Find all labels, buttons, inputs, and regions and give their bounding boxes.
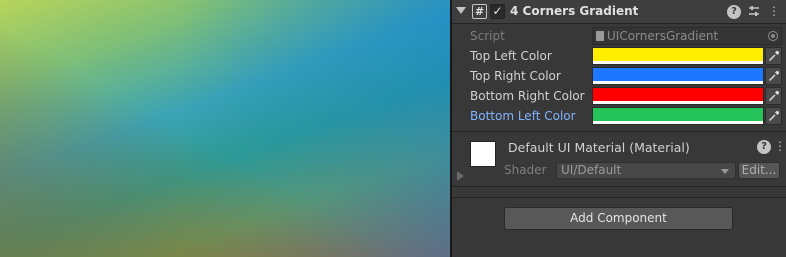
section-divider xyxy=(452,186,786,187)
color-field[interactable] xyxy=(592,87,764,105)
inspector-panel: # ✓ 4 Corners Gradient ? ⋮ Script UICorn… xyxy=(452,0,786,257)
material-title: Default UI Material (Material) xyxy=(508,140,690,155)
color-row-top-left: Top Left Color xyxy=(452,46,786,66)
shader-value: UI/Default xyxy=(561,163,622,177)
script-file-icon xyxy=(596,31,604,41)
foldout-arrow-icon[interactable] xyxy=(456,7,466,14)
color-row-top-right: Top Right Color xyxy=(452,66,786,86)
more-options-icon[interactable]: ⋮ xyxy=(774,139,786,153)
alpha-bar xyxy=(593,101,763,104)
color-swatch xyxy=(593,48,763,61)
material-foldout-arrow-icon[interactable] xyxy=(457,171,464,181)
help-icon[interactable]: ? xyxy=(757,140,771,154)
eyedropper-icon[interactable] xyxy=(765,47,782,65)
component-header[interactable]: # ✓ 4 Corners Gradient ? ⋮ xyxy=(452,0,786,24)
object-picker-icon[interactable] xyxy=(768,31,778,41)
preset-icon[interactable] xyxy=(747,4,761,19)
component-enable-checkbox[interactable]: ✓ xyxy=(490,4,505,19)
script-row: Script UICornersGradient xyxy=(452,26,786,46)
script-field[interactable]: UICornersGradient xyxy=(592,27,782,45)
color-row-bottom-left: Bottom Left Color xyxy=(452,106,786,126)
help-icon[interactable]: ? xyxy=(727,5,741,19)
chevron-down-icon xyxy=(721,169,729,174)
eyedropper-icon[interactable] xyxy=(765,107,782,125)
alpha-bar xyxy=(593,81,763,84)
script-label: Script xyxy=(470,29,505,43)
alpha-bar xyxy=(593,121,763,124)
more-options-icon[interactable]: ⋮ xyxy=(768,4,780,19)
color-swatch xyxy=(593,68,763,81)
color-row-bottom-right: Bottom Right Color xyxy=(452,86,786,106)
shader-dropdown[interactable]: UI/Default xyxy=(556,162,736,179)
component-title: 4 Corners Gradient xyxy=(510,4,639,18)
eyedropper-icon[interactable] xyxy=(765,87,782,105)
section-divider xyxy=(452,131,786,132)
color-field[interactable] xyxy=(592,107,764,125)
color-swatch xyxy=(593,88,763,101)
eyedropper-icon[interactable] xyxy=(765,67,782,85)
edit-shader-button[interactable]: Edit... xyxy=(738,162,780,179)
material-preview-thumbnail[interactable] xyxy=(470,141,496,167)
color-label: Top Left Color xyxy=(470,49,552,63)
alpha-bar xyxy=(593,61,763,64)
color-label: Bottom Left Color xyxy=(470,109,576,123)
script-value: UICornersGradient xyxy=(607,29,719,43)
color-field[interactable] xyxy=(592,67,764,85)
gradient-preview xyxy=(0,0,450,257)
add-component-button[interactable]: Add Component xyxy=(504,207,733,230)
color-label: Top Right Color xyxy=(470,69,561,83)
gradient-layer-bottom-left xyxy=(0,0,450,257)
script-hash-icon: # xyxy=(472,4,487,19)
color-label: Bottom Right Color xyxy=(470,89,585,103)
section-divider xyxy=(452,197,786,198)
color-swatch xyxy=(593,108,763,121)
shader-label: Shader xyxy=(504,163,547,177)
color-field[interactable] xyxy=(592,47,764,65)
